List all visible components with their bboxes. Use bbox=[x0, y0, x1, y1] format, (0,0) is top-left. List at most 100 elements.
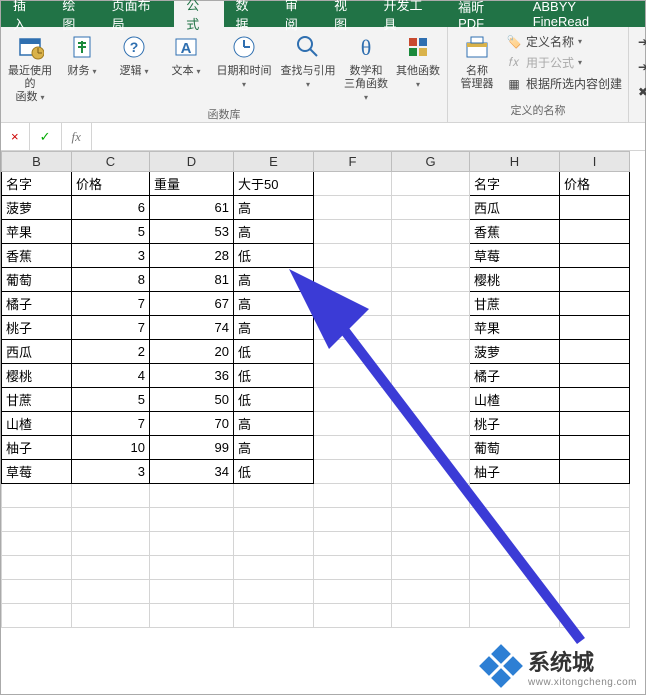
lookup-button[interactable]: 查找与引用 ▾ bbox=[279, 31, 337, 91]
tab-5[interactable]: 审阅 bbox=[273, 1, 322, 27]
cell[interactable]: 7 bbox=[72, 412, 150, 436]
cell[interactable]: 名字 bbox=[470, 172, 560, 196]
col-header[interactable]: C bbox=[72, 152, 150, 172]
cell[interactable] bbox=[234, 532, 314, 556]
cell[interactable]: 香蕉 bbox=[2, 244, 72, 268]
cell[interactable]: 低 bbox=[234, 364, 314, 388]
cell[interactable] bbox=[314, 268, 392, 292]
cell[interactable]: 高 bbox=[234, 196, 314, 220]
cell[interactable] bbox=[72, 556, 150, 580]
cell[interactable] bbox=[234, 580, 314, 604]
cell[interactable] bbox=[560, 196, 630, 220]
tab-6[interactable]: 视图 bbox=[322, 1, 371, 27]
datetime-button[interactable]: 日期和时间 ▾ bbox=[215, 31, 273, 91]
cell[interactable]: 甘蔗 bbox=[2, 388, 72, 412]
cell[interactable] bbox=[234, 508, 314, 532]
cell[interactable]: 低 bbox=[234, 340, 314, 364]
cell[interactable] bbox=[150, 508, 234, 532]
cancel-icon[interactable]: × bbox=[1, 123, 30, 150]
cell[interactable] bbox=[392, 292, 470, 316]
trace-button[interactable]: ➔追 bbox=[635, 31, 646, 52]
cell[interactable]: 67 bbox=[150, 292, 234, 316]
cell[interactable] bbox=[314, 412, 392, 436]
cell[interactable]: 8 bbox=[72, 268, 150, 292]
cell[interactable]: 99 bbox=[150, 436, 234, 460]
cell[interactable] bbox=[560, 292, 630, 316]
cell[interactable] bbox=[560, 340, 630, 364]
fx-icon[interactable]: fx bbox=[62, 123, 92, 150]
cell[interactable] bbox=[560, 364, 630, 388]
cell[interactable] bbox=[392, 532, 470, 556]
cell[interactable] bbox=[234, 556, 314, 580]
col-header[interactable]: D bbox=[150, 152, 234, 172]
cell[interactable] bbox=[392, 604, 470, 628]
cell[interactable] bbox=[392, 556, 470, 580]
tab-0[interactable]: 插入 bbox=[1, 1, 50, 27]
cell[interactable] bbox=[72, 532, 150, 556]
recently-used-button[interactable]: 最近使用的函数 ▾ bbox=[7, 31, 53, 104]
cell[interactable]: 50 bbox=[150, 388, 234, 412]
cell[interactable]: 价格 bbox=[560, 172, 630, 196]
cell[interactable] bbox=[392, 580, 470, 604]
cell[interactable]: 3 bbox=[72, 460, 150, 484]
cell[interactable]: 3 bbox=[72, 244, 150, 268]
cell[interactable] bbox=[2, 484, 72, 508]
cell[interactable]: 高 bbox=[234, 412, 314, 436]
cell[interactable]: 葡萄 bbox=[470, 436, 560, 460]
cell[interactable] bbox=[314, 532, 392, 556]
cell[interactable] bbox=[314, 556, 392, 580]
trace-button-2[interactable]: ➔追 bbox=[635, 56, 646, 77]
cell[interactable]: 苹果 bbox=[2, 220, 72, 244]
cell[interactable] bbox=[150, 484, 234, 508]
cell[interactable]: 28 bbox=[150, 244, 234, 268]
col-header[interactable]: E bbox=[234, 152, 314, 172]
cell[interactable]: 山楂 bbox=[470, 388, 560, 412]
cell[interactable] bbox=[314, 172, 392, 196]
cell[interactable]: 柚子 bbox=[470, 460, 560, 484]
cell[interactable] bbox=[72, 580, 150, 604]
cell[interactable]: 西瓜 bbox=[2, 340, 72, 364]
cell[interactable]: 苹果 bbox=[470, 316, 560, 340]
cell[interactable] bbox=[392, 196, 470, 220]
cell[interactable] bbox=[392, 364, 470, 388]
cell[interactable]: 高 bbox=[234, 220, 314, 244]
financial-button[interactable]: 财务 ▾ bbox=[59, 31, 105, 78]
cell[interactable]: 樱桃 bbox=[2, 364, 72, 388]
cell[interactable] bbox=[392, 244, 470, 268]
cell[interactable] bbox=[2, 556, 72, 580]
cell[interactable]: 7 bbox=[72, 316, 150, 340]
cell[interactable] bbox=[72, 508, 150, 532]
cell[interactable]: 草莓 bbox=[2, 460, 72, 484]
cell[interactable] bbox=[392, 268, 470, 292]
formula-input[interactable] bbox=[92, 123, 645, 150]
cell[interactable]: 桃子 bbox=[470, 412, 560, 436]
cell[interactable]: 高 bbox=[234, 268, 314, 292]
cell[interactable]: 高 bbox=[234, 436, 314, 460]
cell[interactable]: 桃子 bbox=[2, 316, 72, 340]
cell[interactable]: 53 bbox=[150, 220, 234, 244]
cell[interactable]: 2 bbox=[72, 340, 150, 364]
text-button[interactable]: A 文本 ▾ bbox=[163, 31, 209, 78]
cell[interactable] bbox=[560, 484, 630, 508]
cell[interactable] bbox=[392, 412, 470, 436]
tab-8[interactable]: 福昕PDF bbox=[446, 1, 521, 27]
tab-4[interactable]: 数据 bbox=[224, 1, 273, 27]
cell[interactable] bbox=[392, 172, 470, 196]
cell[interactable] bbox=[72, 604, 150, 628]
cell[interactable] bbox=[314, 604, 392, 628]
cell[interactable] bbox=[150, 580, 234, 604]
cell[interactable]: 低 bbox=[234, 388, 314, 412]
cell[interactable]: 山楂 bbox=[2, 412, 72, 436]
cell[interactable]: 10 bbox=[72, 436, 150, 460]
cell[interactable] bbox=[560, 508, 630, 532]
cell[interactable] bbox=[392, 508, 470, 532]
cell[interactable] bbox=[314, 508, 392, 532]
cell[interactable]: 低 bbox=[234, 244, 314, 268]
cell[interactable] bbox=[470, 556, 560, 580]
cell[interactable] bbox=[314, 484, 392, 508]
cell[interactable] bbox=[560, 268, 630, 292]
cell[interactable]: 橘子 bbox=[2, 292, 72, 316]
tab-3[interactable]: 公式 bbox=[174, 1, 223, 27]
cell[interactable]: 名字 bbox=[2, 172, 72, 196]
cell[interactable] bbox=[392, 484, 470, 508]
